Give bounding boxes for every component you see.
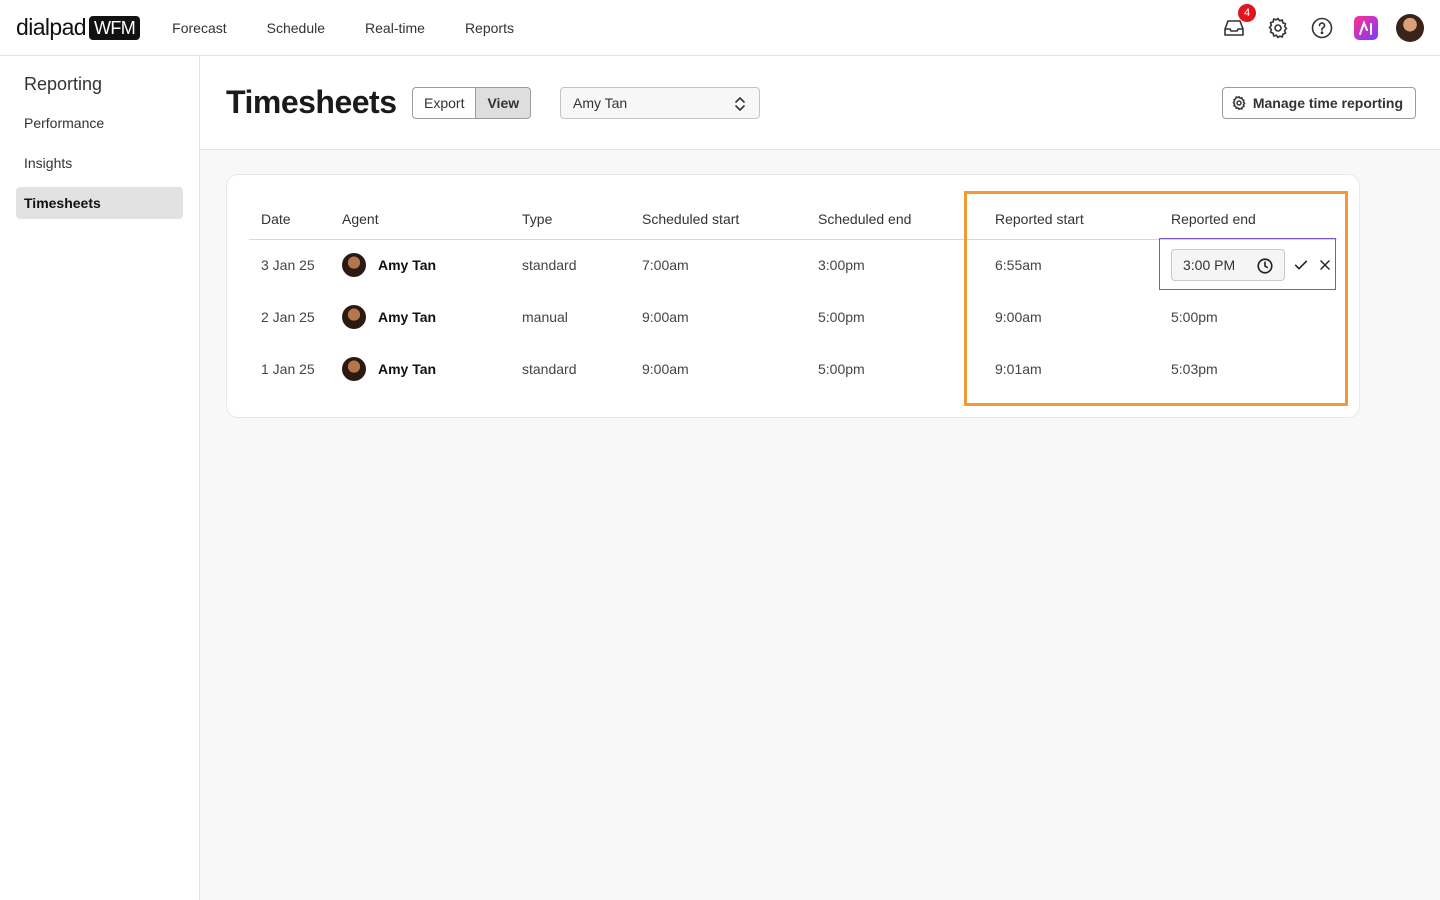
nav-reports[interactable]: Reports (453, 0, 526, 56)
view-button[interactable]: View (476, 87, 532, 119)
clock-icon[interactable] (1256, 257, 1274, 275)
scheduled-start-cell: 9:00am (642, 361, 689, 377)
agent-cell: Amy Tan (330, 239, 510, 291)
type-cell: standard (522, 257, 577, 274)
reported-end-time-input[interactable]: 3:00 PM (1171, 249, 1285, 282)
date-cell: 3 Jan 25 (261, 257, 315, 274)
timesheets-card: Date Agent Type Scheduled start Schedule… (226, 174, 1360, 418)
sidebar: Reporting Performance Insights Timesheet… (0, 56, 200, 900)
agent-name[interactable]: Amy Tan (378, 309, 436, 325)
top-actions: 4 (1204, 0, 1424, 56)
column-header-reported-start[interactable]: Reported start (983, 199, 1159, 240)
table-row: 3 Jan 25 Amy Tan standard 7:00am 3:00pm … (249, 239, 1337, 291)
scheduled-end-cell: 3:00pm (818, 257, 865, 274)
scheduled-end-cell: 5:00pm (818, 309, 865, 325)
main-nav: Forecast Schedule Real-time Reports (160, 0, 542, 56)
manage-time-reporting-label: Manage time reporting (1252, 95, 1403, 111)
gear-icon (1232, 95, 1246, 111)
gear-icon (1268, 17, 1288, 39)
help-icon (1311, 17, 1333, 39)
sidebar-item-timesheets[interactable]: Timesheets (16, 187, 183, 219)
time-input-value: 3:00 PM (1183, 257, 1236, 274)
agent-name[interactable]: Amy Tan (378, 257, 436, 273)
check-icon (1294, 260, 1308, 270)
help-button[interactable] (1308, 14, 1336, 42)
page-header: Timesheets Export View Amy Tan Manage ti… (200, 56, 1440, 150)
agent-avatar (342, 305, 366, 329)
date-cell: 1 Jan 25 (261, 361, 315, 377)
sidebar-item-performance[interactable]: Performance (16, 107, 183, 139)
inbox-button[interactable]: 4 (1220, 4, 1256, 42)
inbox-count-badge: 4 (1238, 4, 1256, 22)
close-icon (1320, 260, 1330, 271)
agent-select-value: Amy Tan (573, 95, 628, 111)
table-row: 2 Jan 25 Amy Tan manual 9:00am 5:00pm 9:… (249, 291, 1337, 343)
nav-forecast[interactable]: Forecast (160, 0, 238, 56)
logo-badge: WFM (88, 15, 141, 40)
sidebar-title: Reporting (24, 74, 103, 94)
scheduled-start-cell: 9:00am (642, 309, 689, 325)
agent-cell: Amy Tan (330, 343, 510, 395)
agent-select[interactable]: Amy Tan (560, 87, 760, 119)
nav-real-time[interactable]: Real-time (353, 0, 437, 56)
export-view-toggle: Export View (412, 87, 532, 119)
date-cell: 2 Jan 25 (261, 309, 315, 325)
agent-avatar (342, 253, 366, 278)
type-cell: standard (522, 361, 577, 377)
cancel-edit-button[interactable] (1313, 253, 1337, 277)
scheduled-start-cell: 7:00am (642, 257, 689, 274)
table-header-row: Date Agent Type Scheduled start Schedule… (249, 199, 1337, 240)
reported-end-cell[interactable]: 5:00pm (1159, 291, 1337, 343)
column-header-reported-end[interactable]: Reported end (1159, 199, 1337, 240)
ai-assistant-button[interactable] (1352, 14, 1380, 42)
column-header-type[interactable]: Type (510, 199, 630, 240)
reported-end-cell[interactable]: 5:03pm (1159, 343, 1337, 395)
timesheets-table: Date Agent Type Scheduled start Schedule… (249, 199, 1337, 395)
reported-start-cell[interactable]: 9:00am (983, 291, 1159, 343)
user-avatar (1396, 14, 1424, 42)
logo-wordmark: dialpad (16, 14, 87, 40)
table-row: 1 Jan 25 Amy Tan standard 9:00am 5:00pm … (249, 343, 1337, 395)
agent-cell: Amy Tan (330, 291, 510, 343)
agent-avatar (342, 357, 366, 381)
manage-time-reporting-button[interactable]: Manage time reporting (1221, 87, 1416, 119)
column-header-scheduled-end[interactable]: Scheduled end (806, 199, 983, 240)
reported-start-cell[interactable]: 6:55am (983, 239, 1159, 291)
ai-icon (1354, 16, 1378, 40)
column-header-scheduled-start[interactable]: Scheduled start (630, 199, 806, 240)
nav-schedule[interactable]: Schedule (255, 0, 337, 56)
scheduled-end-cell: 5:00pm (818, 361, 865, 377)
column-header-agent[interactable]: Agent (330, 199, 510, 240)
column-header-date[interactable]: Date (249, 199, 330, 240)
settings-button[interactable] (1264, 14, 1292, 42)
confirm-edit-button[interactable] (1289, 253, 1313, 277)
export-button[interactable]: Export (412, 87, 477, 119)
sidebar-item-insights[interactable]: Insights (16, 147, 183, 179)
reported-start-cell[interactable]: 9:01am (983, 343, 1159, 395)
app-logo[interactable]: dialpad WFM (16, 14, 141, 41)
user-menu-button[interactable] (1396, 14, 1424, 42)
select-chevron-icon (735, 97, 745, 111)
type-cell: manual (522, 309, 568, 325)
page-title: Timesheets (226, 84, 397, 120)
top-navigation-bar: dialpad WFM Forecast Schedule Real-time … (0, 0, 1440, 56)
agent-name[interactable]: Amy Tan (378, 361, 436, 377)
reported-end-cell-editing: 3:00 PM (1159, 239, 1337, 291)
